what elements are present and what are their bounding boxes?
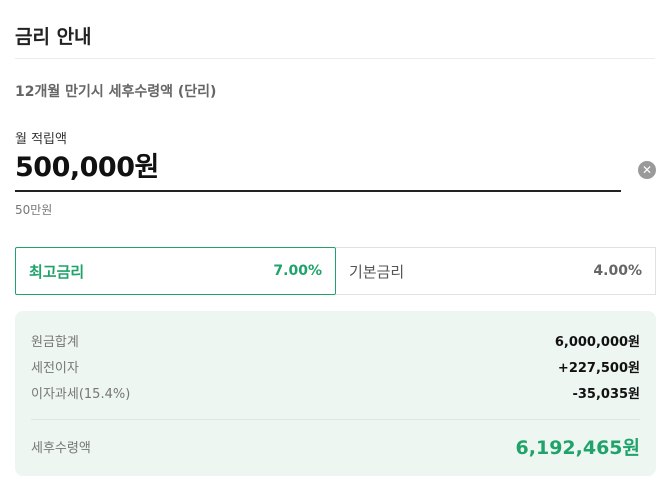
summary-row-principal: 원금합계 6,000,000원 xyxy=(31,331,640,350)
summary-panel: 원금합계 6,000,000원 세전이자 +227,500원 이자과세(15.4… xyxy=(15,311,656,476)
tab-max-rate[interactable]: 최고금리 7.00% xyxy=(15,247,336,295)
summary-value: +227,500원 xyxy=(557,361,640,376)
deposit-label: 월 적립액 xyxy=(15,132,67,147)
summary-row-total: 세후수령액 6,192,465원 xyxy=(31,433,640,460)
clear-icon[interactable]: ✕ xyxy=(638,161,656,179)
tab-base-rate[interactable]: 기본금리 4.00% xyxy=(336,247,656,295)
deposit-hint: 50만원 xyxy=(15,203,53,217)
tab-max-rate-value: 7.00% xyxy=(273,263,322,279)
rate-tabs: 최고금리 7.00% 기본금리 4.00% xyxy=(15,247,656,295)
header-divider xyxy=(15,58,655,59)
total-value: 6,192,465원 xyxy=(515,437,640,459)
tab-base-rate-label: 기본금리 xyxy=(349,262,405,281)
total-label: 세후수령액 xyxy=(31,441,91,456)
section-subtitle: 12개월 만기시 세후수령액 (단리) xyxy=(15,84,217,100)
summary-row-interest-tax: 이자과세(15.4%) -35,035원 xyxy=(31,383,640,402)
summary-label: 이자과세(15.4%) xyxy=(31,387,131,402)
summary-value: 6,000,000원 xyxy=(554,335,640,350)
summary-divider xyxy=(31,419,640,420)
summary-row-pretax-interest: 세전이자 +227,500원 xyxy=(31,357,640,376)
deposit-input[interactable]: 500,000원 xyxy=(15,150,621,192)
tab-max-rate-label: 최고금리 xyxy=(29,262,85,281)
summary-value: -35,035원 xyxy=(572,387,640,402)
page-title: 금리 안내 xyxy=(15,26,92,48)
deposit-value[interactable]: 500,000원 xyxy=(15,152,159,183)
summary-label: 원금합계 xyxy=(31,335,79,350)
tab-base-rate-value: 4.00% xyxy=(593,263,642,279)
summary-label: 세전이자 xyxy=(31,361,79,376)
